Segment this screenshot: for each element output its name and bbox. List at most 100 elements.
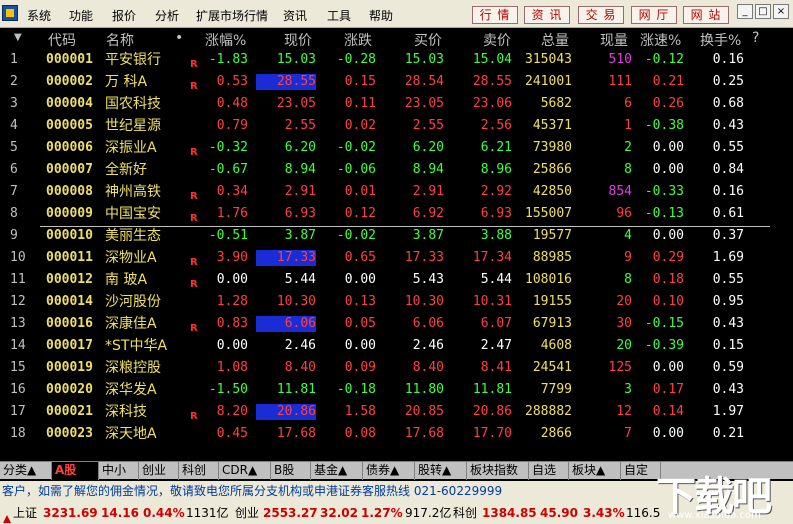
col-bid[interactable]: 买价 [414, 30, 442, 50]
tab-b-share[interactable]: B股 [271, 462, 311, 480]
col-ask[interactable]: 卖价 [483, 30, 511, 50]
tab-chinext[interactable]: 创业 [139, 462, 179, 480]
table-row[interactable]: 2 000002 万 科A R 0.53 28.55 0.15 28.54 28.55 24100… [0, 71, 793, 93]
cell-speed: 0.21 [652, 74, 684, 89]
col-name[interactable]: 名称 [106, 30, 134, 50]
cell-name: 平安银行 [105, 52, 161, 68]
website-button[interactable]: 网 站 [683, 6, 729, 24]
menu-help[interactable]: 帮助 [369, 7, 393, 24]
table-row[interactable]: 7 000008 神州高铁 R 0.34 2.91 0.01 2.91 2.92 42850 854… [0, 181, 793, 203]
minimize-icon[interactable]: _ [737, 4, 753, 19]
cell-bid: 6.20 [412, 140, 444, 155]
close-icon[interactable]: × [773, 4, 789, 19]
tab-cdr[interactable]: CDR▲ [219, 462, 271, 480]
col-now[interactable]: 现量 [600, 30, 628, 50]
cell-turnover: 0.15 [712, 338, 744, 353]
cell-turnover: 0.43 [712, 316, 744, 331]
menu-extended-market[interactable]: 扩展市场行情 [196, 7, 268, 24]
menu-function[interactable]: 功能 [69, 7, 93, 24]
cell-bid: 3.87 [412, 228, 444, 243]
tab-fund[interactable]: 基金▲ [311, 462, 363, 480]
tab-star[interactable]: 科创 [179, 462, 219, 480]
app-logo-icon [2, 5, 18, 21]
tab-sector-index[interactable]: 板块指数 [467, 462, 529, 480]
menu-system[interactable]: 系统 [27, 7, 51, 24]
menu-analysis[interactable]: 分析 [155, 7, 179, 24]
cell-name: 万 科A [105, 74, 148, 90]
col-change[interactable]: 涨跌 [344, 30, 372, 50]
table-row[interactable]: 15 000019 深粮控股 1.08 8.40 0.09 8.40 8.41 24541 125… [0, 357, 793, 379]
table-row[interactable]: 17 000021 深科技 R 8.20 20.86 1.58 20.85 20.86 28888… [0, 401, 793, 423]
cell-name: 深华发A [105, 382, 157, 398]
table-row[interactable]: 13 000016 深康佳A R 0.83 6.06 0.05 6.06 6.07 67913 30… [0, 313, 793, 335]
col-volume[interactable]: 总量 [541, 30, 569, 50]
col-pct[interactable]: 涨幅% [205, 30, 246, 50]
cell-now: 12 [616, 404, 632, 419]
cell-name: 全新好 [105, 162, 147, 178]
tab-neeq[interactable]: 股转▲ [415, 462, 467, 480]
cell-bid: 5.43 [412, 272, 444, 287]
sort-icon[interactable]: ▼ [14, 32, 22, 43]
table-row[interactable]: 6 000007 全新好 -0.67 8.94 -0.06 8.94 8.96 25866 8 0.… [0, 159, 793, 181]
cell-price: 20.86 [256, 404, 316, 420]
news-button[interactable]: 资 讯 [524, 6, 570, 24]
cell-turnover: 0.21 [712, 426, 744, 441]
tab-a-share[interactable]: A股 [52, 462, 99, 480]
tab-custom[interactable]: 自定 [621, 462, 661, 480]
col-turnover[interactable]: 换手% [700, 30, 741, 50]
quote-button[interactable]: 行 情 [472, 6, 518, 24]
table-row[interactable]: 11 000012 南 玻A R 0.00 5.44 0.00 5.43 5.44 108016 8… [0, 269, 793, 291]
menu-news[interactable]: 资讯 [283, 7, 307, 24]
table-row[interactable]: 10 000011 深物业A R 3.90 17.33 0.65 17.33 17.34 8898… [0, 247, 793, 269]
cell-change: 0.00 [344, 338, 376, 353]
cell-turnover: 0.16 [712, 184, 744, 199]
cell-price: 6.93 [284, 206, 316, 221]
cell-bid: 6.92 [412, 206, 444, 221]
online-hall-button[interactable]: 网 厅 [631, 6, 677, 24]
sh-index-change: 14.16 [101, 506, 139, 520]
cell-ask: 17.34 [472, 250, 512, 265]
kc-index-change: 45.90 [540, 506, 578, 520]
table-row[interactable]: 14 000017 *ST中华A 0.00 2.46 0.00 2.46 2.47 4608 20… [0, 335, 793, 357]
tab-sme[interactable]: 中小 [99, 462, 139, 480]
col-help-icon[interactable]: ? [752, 30, 759, 46]
table-row[interactable]: 12 000014 沙河股份 1.28 10.30 0.13 10.30 10.31 19155… [0, 291, 793, 313]
table-row[interactable]: 9 000010 美丽生态 -0.51 3.87 -0.02 3.87 3.88 19577 4 0… [0, 225, 793, 247]
table-row[interactable]: 16 000020 深华发A -1.50 11.81 -0.18 11.80 11.81 779… [0, 379, 793, 401]
menu-tools[interactable]: 工具 [327, 7, 351, 24]
cell-idx: 11 [10, 272, 26, 287]
cell-turnover: 0.55 [712, 272, 744, 287]
menu-quote[interactable]: 报价 [112, 7, 136, 24]
table-row[interactable]: 3 000004 国农科技 0.48 23.05 0.11 23.05 23.06 5682 6 0… [0, 93, 793, 115]
cell-now: 111 [608, 74, 632, 89]
trade-button[interactable]: 交 易 [578, 6, 624, 24]
table-header: ▼ 代码 名称 • 涨幅% 现价 涨跌 买价 卖价 总量 现量 涨速% 换手% … [0, 28, 793, 50]
cell-turnover: 1.97 [712, 404, 744, 419]
cell-speed: 0.14 [652, 404, 684, 419]
tab-bond[interactable]: 债券▲ [363, 462, 415, 480]
tab-watchlist[interactable]: 自选 [529, 462, 569, 480]
col-speed[interactable]: 涨速% [640, 30, 681, 50]
cell-turnover: 0.16 [712, 52, 744, 67]
col-price[interactable]: 现价 [284, 30, 312, 50]
table-row[interactable]: 18 000023 深天地A 0.45 17.68 0.08 17.68 17.70 2866 7… [0, 423, 793, 445]
maximize-icon[interactable]: □ [755, 4, 771, 19]
tab-sector[interactable]: 板块▲ [569, 462, 621, 480]
cell-price: 23.05 [276, 96, 316, 111]
col-code[interactable]: 代码 [48, 30, 76, 50]
cell-speed: 0.00 [652, 140, 684, 155]
cell-pct: -1.50 [208, 382, 248, 397]
cell-now: 20 [616, 338, 632, 353]
cell-turnover: 0.68 [712, 96, 744, 111]
cell-turnover: 0.43 [712, 382, 744, 397]
cell-price: 17.68 [276, 426, 316, 441]
cell-name: *ST中华A [105, 338, 168, 354]
table-row[interactable]: 5 000006 深振业A R -0.32 6.20 -0.02 6.20 6.21 73980 2… [0, 137, 793, 159]
cell-speed: 0.29 [652, 250, 684, 265]
table-row[interactable]: 1 000001 平安银行 R -1.83 15.03 -0.28 15.03 15.04 315… [0, 49, 793, 71]
cell-idx: 1 [10, 52, 18, 67]
table-row[interactable]: 8 000009 中国宝安 R 1.76 6.93 0.12 6.92 6.93 155007 96… [0, 203, 793, 225]
cell-ask: 15.04 [472, 52, 512, 67]
table-row[interactable]: 4 000005 世纪星源 0.79 2.55 0.02 2.55 2.56 45371 1 -0.… [0, 115, 793, 137]
tab-category[interactable]: 分类▲ [0, 462, 52, 480]
